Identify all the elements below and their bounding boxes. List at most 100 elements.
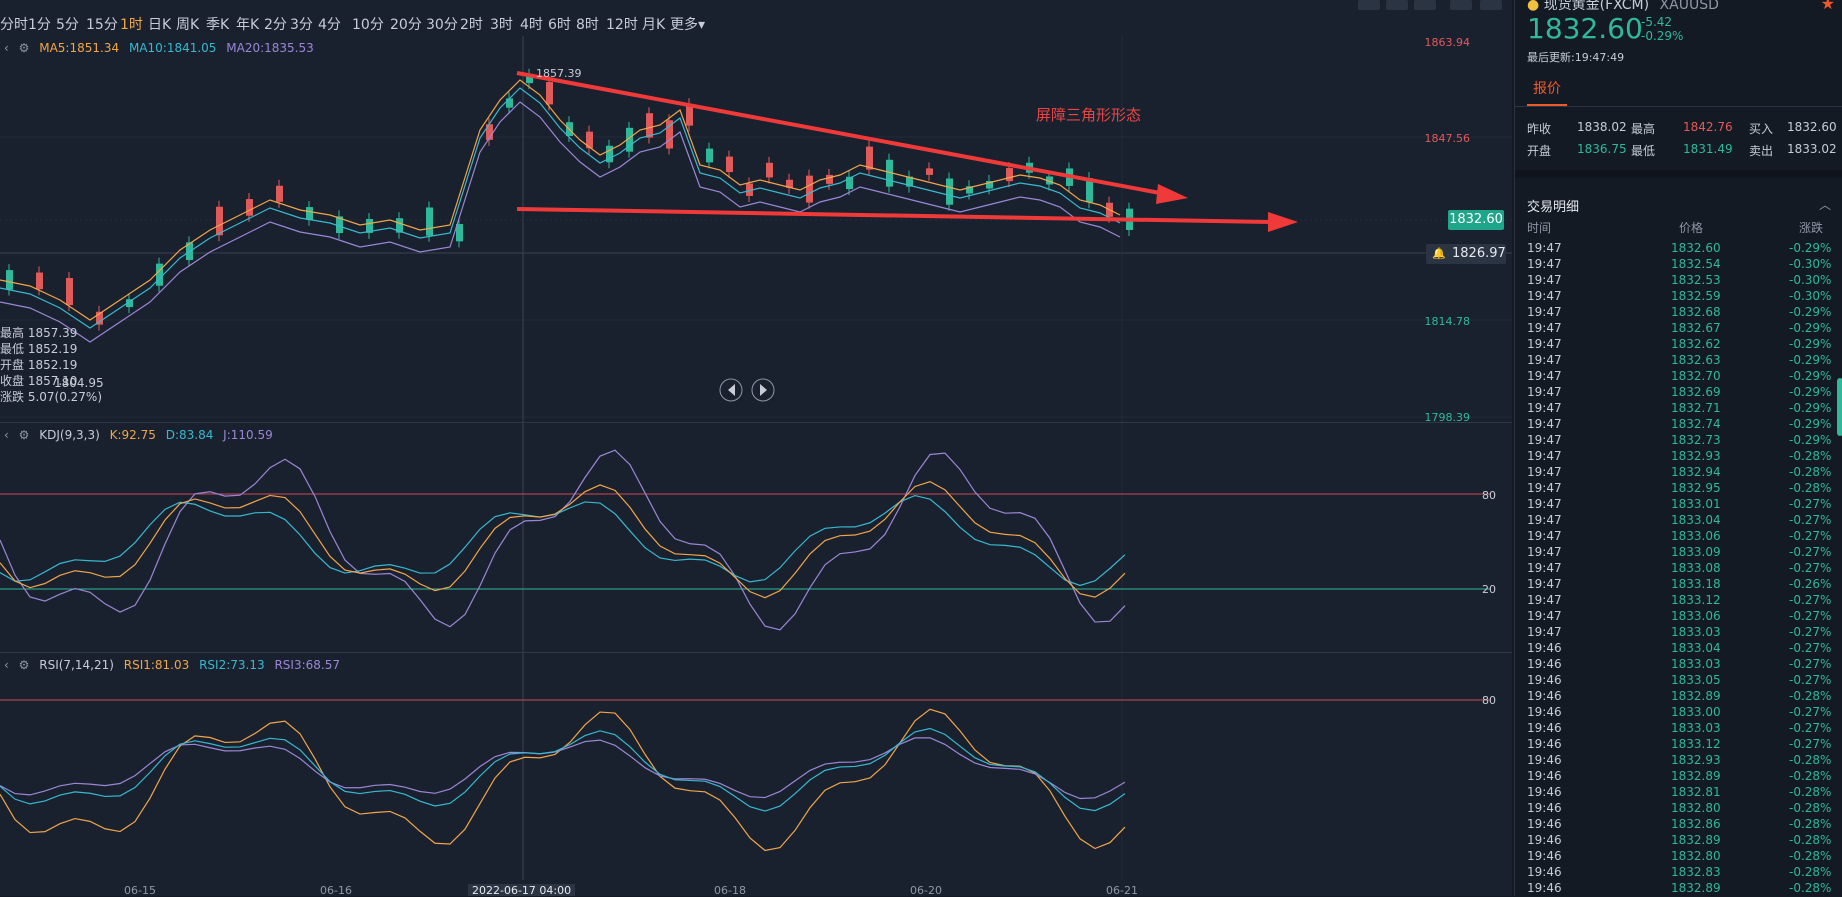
ma20-value: MA20:1835.53: [226, 41, 314, 55]
scrollbar-thumb[interactable]: [1837, 378, 1842, 436]
settings-icon[interactable]: ⚙: [19, 428, 30, 442]
tab-divider: [1515, 106, 1842, 107]
collapse-icon[interactable]: ‹: [4, 428, 9, 442]
tab-quote[interactable]: 报价: [1533, 78, 1561, 98]
chart-canvas[interactable]: [0, 0, 1512, 896]
rsi3-line: [0, 737, 1126, 800]
arrow-head: [1156, 184, 1188, 204]
ma10-value: MA10:1841.05: [128, 41, 217, 55]
ohlc-open: 开盘 1852.19: [0, 358, 78, 372]
trade-row: 19:47 1833.03 -0.27%: [1527, 625, 1832, 639]
trade-row: 19:46 1833.00 -0.27%: [1527, 705, 1832, 719]
bell-icon: 🔔: [1432, 247, 1446, 260]
trade-row: 19:47 1833.18 -0.26%: [1527, 577, 1832, 591]
candle-body: [866, 146, 873, 170]
settings-icon[interactable]: ⚙: [19, 41, 30, 55]
rsi2-line: [0, 727, 1126, 812]
next-icon: [760, 384, 767, 396]
trade-row: 19:46 1833.05 -0.27%: [1527, 673, 1832, 687]
trade-row: 19:47 1832.73 -0.29%: [1527, 433, 1832, 447]
trade-row: 19:47 1832.54 -0.30%: [1527, 257, 1832, 271]
trades-header: 时间 价格 涨跌: [1527, 221, 1824, 235]
candle-body: [826, 174, 833, 184]
trade-row: 19:47 1832.60 -0.29%: [1527, 241, 1832, 255]
candle-body: [706, 148, 713, 163]
trade-row: 19:47 1832.74 -0.29%: [1527, 417, 1832, 431]
trade-row: 19:46 1832.89 -0.28%: [1527, 689, 1832, 703]
candle-body: [306, 207, 313, 220]
trade-row: 19:47 1832.95 -0.28%: [1527, 481, 1832, 495]
candle-body: [246, 199, 253, 216]
trade-row: 19:46 1833.03 -0.27%: [1527, 657, 1832, 671]
trades-list[interactable]: 19:47 1832.60 -0.29% 19:47 1832.54 -0.30% 19:4…: [1527, 241, 1832, 897]
prev-icon: [728, 384, 735, 396]
kdj-k-line: [0, 480, 1126, 599]
quote-price: 1832.60: [1527, 12, 1643, 45]
quote-change-pct: -0.29%: [1641, 29, 1684, 43]
high-marker: 1857.39: [536, 67, 582, 80]
alert-price: 1826.97: [1452, 246, 1506, 261]
trade-row: 19:47 1832.62 -0.29%: [1527, 337, 1832, 351]
current-price-tag: 1832.60: [1448, 210, 1504, 230]
candle-body: [766, 162, 773, 178]
trade-row: 19:46 1832.89 -0.28%: [1527, 833, 1832, 847]
kdj-j-line: [0, 449, 1126, 631]
collapse-icon[interactable]: ‹: [4, 658, 9, 672]
candle-body: [546, 82, 553, 105]
trade-row: 19:47 1832.68 -0.29%: [1527, 305, 1832, 319]
candle-body: [646, 113, 653, 138]
rsi2: RSI2:73.13: [199, 658, 265, 672]
candlesticks: [6, 68, 1133, 331]
kdj-level: 80: [1482, 489, 1496, 502]
collapse-icon[interactable]: ‹: [4, 41, 9, 55]
trade-row: 19:47 1832.53 -0.30%: [1527, 273, 1832, 287]
quote-change: -5.42: [1641, 15, 1673, 29]
trade-row: 19:47 1833.06 -0.27%: [1527, 609, 1832, 623]
trade-row: 19:47 1832.94 -0.28%: [1527, 465, 1832, 479]
rsi1: RSI1:81.03: [123, 658, 190, 672]
quote-panel: ● 现货黄金(FXCM) XAUUSD ★ 1832.60 -5.42 -0.2…: [1514, 0, 1842, 896]
pane-divider: [0, 652, 1512, 653]
candle-body: [156, 263, 163, 286]
trade-row: 19:46 1832.93 -0.28%: [1527, 753, 1832, 767]
collapse-chevron-icon[interactable]: ︿: [1819, 196, 1831, 213]
x-label: 06-21: [1106, 884, 1138, 896]
x-label: 06-20: [910, 884, 942, 896]
trade-row: 19:46 1832.83 -0.28%: [1527, 865, 1832, 879]
trade-row: 19:46 1833.12 -0.27%: [1527, 737, 1832, 751]
trade-row: 19:47 1833.06 -0.27%: [1527, 529, 1832, 543]
candle-body: [726, 156, 733, 173]
rsi-level: 80: [1482, 694, 1496, 707]
rsi-legend: ‹ ⚙ RSI(7,14,21) RSI1:81.03 RSI2:73.13 R…: [4, 658, 346, 672]
pattern-annotation: 屏障三角形形态: [1036, 106, 1142, 124]
ohlc-low: 最低 1852.19: [0, 342, 78, 356]
x-label: 06-16: [320, 884, 352, 896]
kdj-j: J:110.59: [223, 428, 273, 442]
ma20-line: [0, 101, 1121, 343]
trade-row: 19:47 1832.67 -0.29%: [1527, 321, 1832, 335]
settings-icon[interactable]: ⚙: [19, 658, 30, 672]
candle-body: [926, 168, 933, 175]
trade-row: 19:46 1832.80 -0.28%: [1527, 849, 1832, 863]
price-level: 1814.78: [1424, 315, 1471, 328]
kdj-label: KDJ(9,3,3): [39, 428, 100, 442]
trade-row: 19:47 1832.71 -0.29%: [1527, 401, 1832, 415]
kdj-level: 20: [1482, 583, 1496, 596]
trade-row: 19:46 1833.03 -0.27%: [1527, 721, 1832, 735]
candle-body: [276, 185, 283, 202]
candle-body: [36, 272, 43, 290]
price-alert[interactable]: 🔔 1826.97: [1426, 244, 1506, 264]
candle-body: [1006, 168, 1013, 182]
candle-body: [66, 278, 73, 306]
x-label: 06-18: [714, 884, 746, 896]
chart-area[interactable]: 分时 1分 5分 15分 1时 日K 周K 季K 年K 2分 3分 4分 10分 20分 30分 2时 3时 4时…: [0, 0, 1512, 896]
trade-row: 19:47 1833.01 -0.27%: [1527, 497, 1832, 511]
candle-body: [216, 206, 223, 236]
trade-row: 19:46 1832.89 -0.28%: [1527, 769, 1832, 783]
favorite-star-icon[interactable]: ★: [1821, 0, 1835, 13]
pane-divider: [0, 422, 1512, 423]
rsi-label: RSI(7,14,21): [39, 658, 114, 672]
candle-body: [6, 270, 13, 290]
rsi1-line: [0, 708, 1126, 852]
trade-row: 19:46 1833.04 -0.27%: [1527, 641, 1832, 655]
